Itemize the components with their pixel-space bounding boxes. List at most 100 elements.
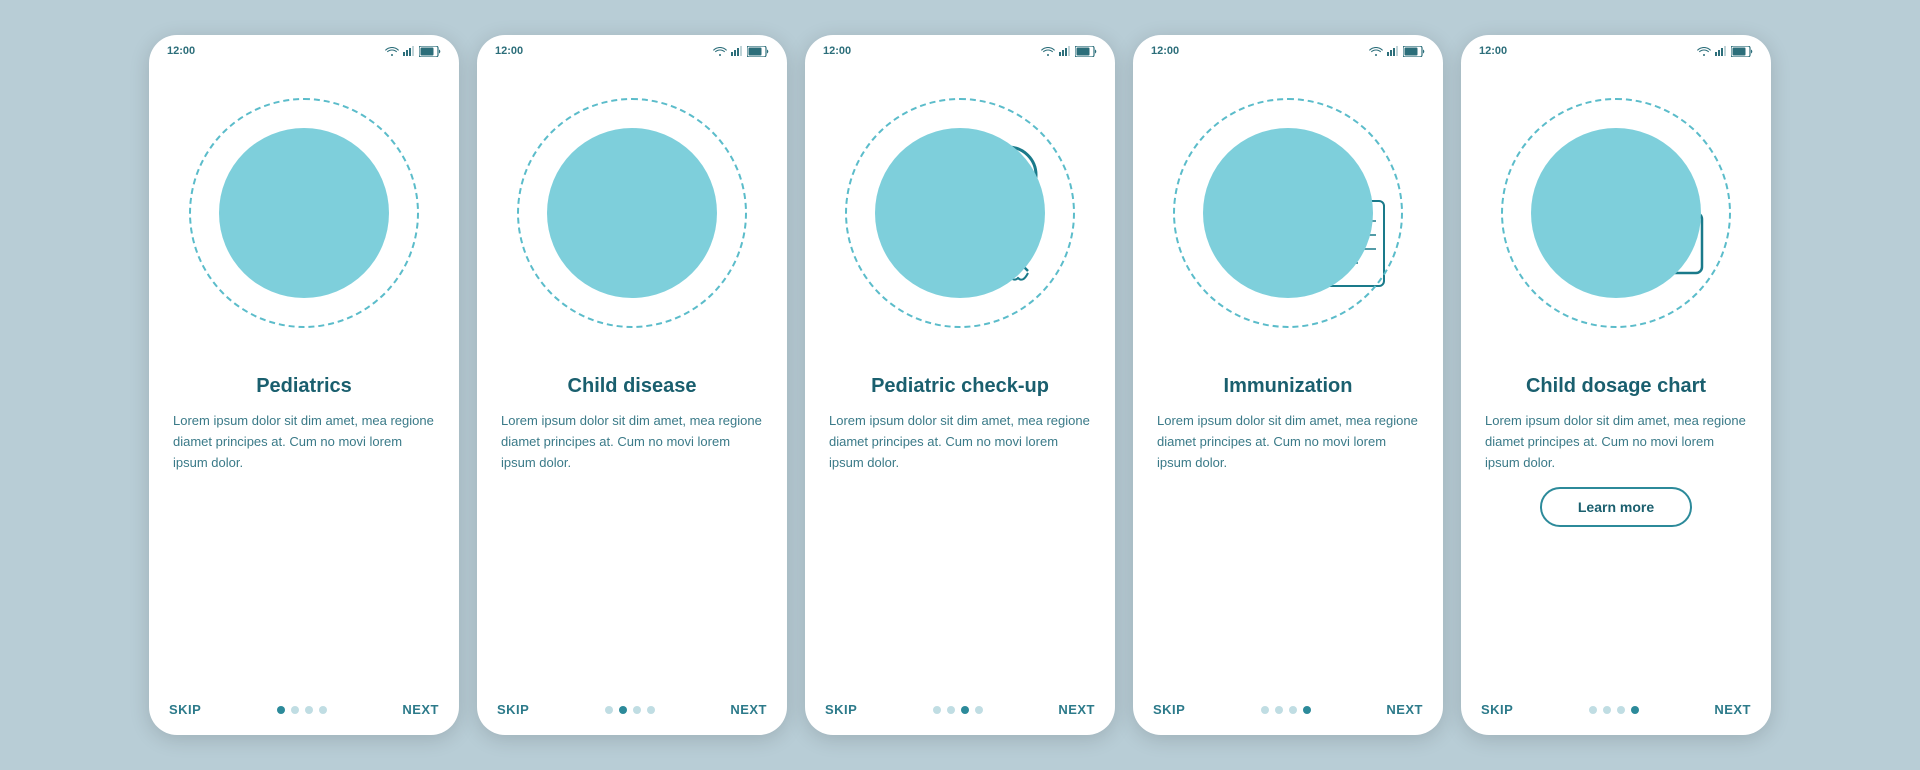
nav-area-2: SKIP NEXT	[477, 688, 787, 735]
battery-icon-5	[1731, 46, 1753, 57]
status-bar-2: 12:00	[477, 35, 787, 63]
screen-1: 12:00	[149, 35, 459, 735]
status-bar-3: 12:00	[805, 35, 1115, 63]
status-icons-2	[713, 46, 769, 57]
screen-body-3: Lorem ipsum dolor sit dim amet, mea regi…	[829, 411, 1091, 473]
dots-2	[605, 706, 655, 714]
dot-3-1	[947, 706, 955, 714]
signal-icon-2	[731, 46, 743, 56]
battery-icon-4	[1403, 46, 1425, 57]
dot-1-2	[305, 706, 313, 714]
signal-icon-5	[1715, 46, 1727, 56]
dot-5-1	[1603, 706, 1611, 714]
next-button-4[interactable]: NEXT	[1386, 702, 1423, 717]
next-button-1[interactable]: NEXT	[402, 702, 439, 717]
screen-3: 12:00	[805, 35, 1115, 735]
wifi-icon	[385, 46, 399, 56]
dashed-circle-3	[845, 98, 1075, 328]
illustration-area-3	[805, 63, 1115, 363]
dot-1-3	[319, 706, 327, 714]
time-5: 12:00	[1479, 45, 1507, 57]
time-1: 12:00	[167, 45, 195, 57]
screen-title-4: Immunization	[1157, 373, 1419, 399]
next-button-2[interactable]: NEXT	[730, 702, 767, 717]
dot-5-0	[1589, 706, 1597, 714]
screen-body-5: Lorem ipsum dolor sit dim amet, mea regi…	[1485, 411, 1747, 473]
next-button-3[interactable]: NEXT	[1058, 702, 1095, 717]
text-area-5: Child dosage chart Lorem ipsum dolor sit…	[1461, 363, 1771, 688]
text-area-1: Pediatrics Lorem ipsum dolor sit dim ame…	[149, 363, 459, 688]
screen-5: 12:00	[1461, 35, 1771, 735]
dot-3-3	[975, 706, 983, 714]
wifi-icon-4	[1369, 46, 1383, 56]
text-area-3: Pediatric check-up Lorem ipsum dolor sit…	[805, 363, 1115, 688]
illustration-area-4	[1133, 63, 1443, 363]
signal-icon-4	[1387, 46, 1399, 56]
dot-4-3	[1303, 706, 1311, 714]
time-2: 12:00	[495, 45, 523, 57]
screens-container: 12:00	[149, 35, 1771, 735]
skip-button-4[interactable]: SKIP	[1153, 702, 1185, 717]
screen-title-5: Child dosage chart	[1485, 373, 1747, 399]
skip-button-2[interactable]: SKIP	[497, 702, 529, 717]
dot-1-0	[277, 706, 285, 714]
screen-4: 12:00	[1133, 35, 1443, 735]
status-icons-5	[1697, 46, 1753, 57]
nav-area-4: SKIP NEXT	[1133, 688, 1443, 735]
illustration-area-5	[1461, 63, 1771, 363]
wifi-icon-2	[713, 46, 727, 56]
dot-4-1	[1275, 706, 1283, 714]
nav-area-5: SKIP NEXT	[1461, 688, 1771, 735]
nav-area-3: SKIP NEXT	[805, 688, 1115, 735]
signal-icon	[403, 46, 415, 56]
screen-2: 12:00	[477, 35, 787, 735]
dots-1	[277, 706, 327, 714]
dots-5	[1589, 706, 1639, 714]
dashed-circle-1	[189, 98, 419, 328]
illustration-area-1	[149, 63, 459, 363]
dot-2-3	[647, 706, 655, 714]
screen-title-2: Child disease	[501, 373, 763, 399]
battery-icon	[419, 46, 441, 57]
dot-5-2	[1617, 706, 1625, 714]
learn-more-button[interactable]: Learn more	[1540, 487, 1692, 527]
dot-4-2	[1289, 706, 1297, 714]
dashed-circle-2	[517, 98, 747, 328]
status-icons-3	[1041, 46, 1097, 57]
time-4: 12:00	[1151, 45, 1179, 57]
screen-title-3: Pediatric check-up	[829, 373, 1091, 399]
dot-2-0	[605, 706, 613, 714]
dot-1-1	[291, 706, 299, 714]
status-bar-1: 12:00	[149, 35, 459, 63]
skip-button-5[interactable]: SKIP	[1481, 702, 1513, 717]
dot-2-2	[633, 706, 641, 714]
illustration-area-2	[477, 63, 787, 363]
screen-body-2: Lorem ipsum dolor sit dim amet, mea regi…	[501, 411, 763, 473]
screen-body-4: Lorem ipsum dolor sit dim amet, mea regi…	[1157, 411, 1419, 473]
dashed-circle-4	[1173, 98, 1403, 328]
text-area-4: Immunization Lorem ipsum dolor sit dim a…	[1133, 363, 1443, 688]
screen-body-1: Lorem ipsum dolor sit dim amet, mea regi…	[173, 411, 435, 473]
dashed-circle-5	[1501, 98, 1731, 328]
battery-icon-2	[747, 46, 769, 57]
screen-title-1: Pediatrics	[173, 373, 435, 399]
dots-4	[1261, 706, 1311, 714]
status-icons-1	[385, 46, 441, 57]
nav-area-1: SKIP NEXT	[149, 688, 459, 735]
dot-3-2	[961, 706, 969, 714]
status-icons-4	[1369, 46, 1425, 57]
wifi-icon-3	[1041, 46, 1055, 56]
battery-icon-3	[1075, 46, 1097, 57]
time-3: 12:00	[823, 45, 851, 57]
skip-button-3[interactable]: SKIP	[825, 702, 857, 717]
wifi-icon-5	[1697, 46, 1711, 56]
dot-4-0	[1261, 706, 1269, 714]
dot-2-1	[619, 706, 627, 714]
status-bar-4: 12:00	[1133, 35, 1443, 63]
signal-icon-3	[1059, 46, 1071, 56]
dot-3-0	[933, 706, 941, 714]
skip-button-1[interactable]: SKIP	[169, 702, 201, 717]
dots-3	[933, 706, 983, 714]
next-button-5[interactable]: NEXT	[1714, 702, 1751, 717]
dot-5-3	[1631, 706, 1639, 714]
